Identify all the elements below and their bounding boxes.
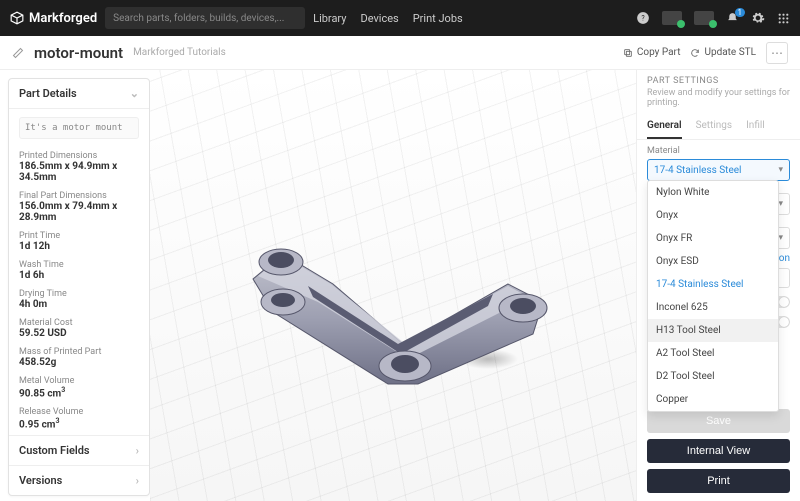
left-panel: Part Details ⌄ It's a motor mount Printe…: [0, 70, 150, 501]
chevron-down-icon: ▾: [778, 199, 783, 209]
part-details-card: Part Details ⌄ It's a motor mount Printe…: [8, 78, 150, 496]
material-option[interactable]: D2 Tool Steel: [648, 365, 778, 388]
material-field: Material 17-4 Stainless Steel ▾ Nylon Wh…: [637, 140, 800, 187]
nav-print-jobs[interactable]: Print Jobs: [413, 12, 463, 25]
part-model[interactable]: [213, 184, 573, 404]
part-settings-title: PART SETTINGS: [637, 70, 800, 88]
material-option[interactable]: Onyx: [648, 204, 778, 227]
stat-row: Drying Time4h 0m: [9, 285, 149, 314]
material-option[interactable]: 17-4 Stainless Steel: [648, 273, 778, 296]
copy-icon: [623, 48, 633, 58]
markforged-logo-icon: [10, 11, 24, 25]
breadcrumb-bar: motor-mount Markforged Tutorials Copy Pa…: [0, 36, 800, 70]
help-icon[interactable]: ?: [636, 11, 650, 25]
stat-label: Wash Time: [19, 260, 139, 270]
part-settings-subtitle: Review and modify your settings for prin…: [637, 88, 800, 114]
stat-row: Printed Dimensions186.5mm x 94.9mm x 34.…: [9, 147, 149, 187]
brand-logo[interactable]: Markforged: [10, 11, 97, 26]
material-option[interactable]: Copper: [648, 388, 778, 411]
stat-value: 186.5mm x 94.9mm x 34.5mm: [19, 161, 139, 183]
material-option[interactable]: Inconel 625: [648, 296, 778, 319]
tab-general[interactable]: General: [647, 114, 682, 139]
copy-part-button[interactable]: Copy Part: [623, 47, 681, 58]
save-button[interactable]: Save: [647, 409, 790, 433]
stat-value: 59.52 USD: [19, 328, 139, 339]
right-panel: PART SETTINGS Review and modify your set…: [636, 70, 800, 501]
material-option[interactable]: Nylon White: [648, 181, 778, 204]
chevron-down-icon: ▾: [778, 165, 783, 175]
apps-icon[interactable]: [777, 12, 790, 25]
stat-row: Metal Volume90.85 cm3: [9, 372, 149, 403]
stat-label: Drying Time: [19, 289, 139, 299]
print-button[interactable]: Print: [647, 469, 790, 493]
tab-infill[interactable]: Infill: [746, 114, 765, 139]
stat-row: Wash Time1d 6h: [9, 256, 149, 285]
gear-icon[interactable]: [751, 11, 765, 25]
stat-label: Mass of Printed Part: [19, 347, 139, 357]
stat-value: 90.85 cm3: [19, 386, 139, 399]
material-option[interactable]: H13 Tool Steel: [648, 319, 778, 342]
3d-viewport[interactable]: [150, 70, 636, 501]
notifications-icon[interactable]: 1: [726, 12, 739, 25]
internal-view-button[interactable]: Internal View: [647, 439, 790, 463]
stat-label: Printed Dimensions: [19, 151, 139, 161]
more-actions-button[interactable]: ⋯: [766, 42, 788, 64]
chevron-down-icon: ⌄: [130, 87, 139, 100]
part-title: motor-mount: [34, 44, 123, 62]
stat-row: Print Time1d 12h: [9, 227, 149, 256]
chevron-right-icon: ›: [136, 474, 139, 487]
material-option[interactable]: Onyx FR: [648, 227, 778, 250]
material-dropdown: Nylon WhiteOnyxOnyx FROnyx ESD17-4 Stain…: [647, 180, 779, 412]
custom-fields-section[interactable]: Custom Fields ›: [9, 435, 149, 465]
stat-label: Material Cost: [19, 318, 139, 328]
stat-label: Metal Volume: [19, 376, 139, 386]
stat-row: Mass of Printed Part458.52g: [9, 343, 149, 372]
versions-section[interactable]: Versions ›: [9, 465, 149, 495]
printer-status-icon-2[interactable]: [694, 11, 714, 25]
search-placeholder: Search parts, folders, builds, devices,.…: [113, 13, 284, 24]
refresh-icon: [690, 48, 700, 58]
top-navbar: Markforged Search parts, folders, builds…: [0, 0, 800, 36]
stat-label: Print Time: [19, 231, 139, 241]
global-search-input[interactable]: Search parts, folders, builds, devices,.…: [105, 7, 305, 29]
chevron-right-icon: ›: [136, 444, 139, 457]
stat-row: Final Part Dimensions156.0mm x 79.4mm x …: [9, 187, 149, 227]
tab-settings[interactable]: Settings: [696, 114, 733, 139]
stat-label: Release Volume: [19, 407, 139, 417]
nav-devices[interactable]: Devices: [360, 12, 398, 25]
stat-value: 1d 6h: [19, 270, 139, 281]
chevron-down-icon: ▾: [778, 233, 783, 243]
part-details-header[interactable]: Part Details ⌄: [9, 79, 149, 109]
update-stl-button[interactable]: Update STL: [690, 47, 756, 58]
material-option[interactable]: A2 Tool Steel: [648, 342, 778, 365]
printer-status-icon-1[interactable]: [662, 11, 682, 25]
nav-library[interactable]: Library: [313, 12, 346, 25]
stat-value: 4h 0m: [19, 299, 139, 310]
stat-label: Final Part Dimensions: [19, 191, 139, 201]
top-right-icons: ? 1: [636, 11, 790, 25]
material-label: Material: [647, 146, 790, 156]
stat-value: 1d 12h: [19, 241, 139, 252]
stat-row: Release Volume0.95 cm3: [9, 403, 149, 434]
brand-text: Markforged: [29, 11, 97, 26]
material-select[interactable]: 17-4 Stainless Steel ▾: [647, 159, 790, 181]
notification-badge: 1: [735, 8, 746, 17]
stat-value: 156.0mm x 79.4mm x 28.9mm: [19, 201, 139, 223]
stat-row: Material Cost59.52 USD: [9, 314, 149, 343]
stat-value: 458.52g: [19, 357, 139, 368]
material-option[interactable]: Onyx ESD: [648, 250, 778, 273]
folder-name[interactable]: Markforged Tutorials: [133, 47, 226, 58]
part-description[interactable]: It's a motor mount: [19, 117, 139, 139]
main-content: Part Details ⌄ It's a motor mount Printe…: [0, 70, 800, 501]
stat-value: 0.95 cm3: [19, 417, 139, 430]
top-nav-links: Library Devices Print Jobs: [313, 12, 463, 25]
edit-title-icon[interactable]: [12, 47, 24, 59]
settings-tabs: General Settings Infill: [637, 114, 800, 140]
right-panel-actions: Save Internal View Print: [637, 401, 800, 501]
